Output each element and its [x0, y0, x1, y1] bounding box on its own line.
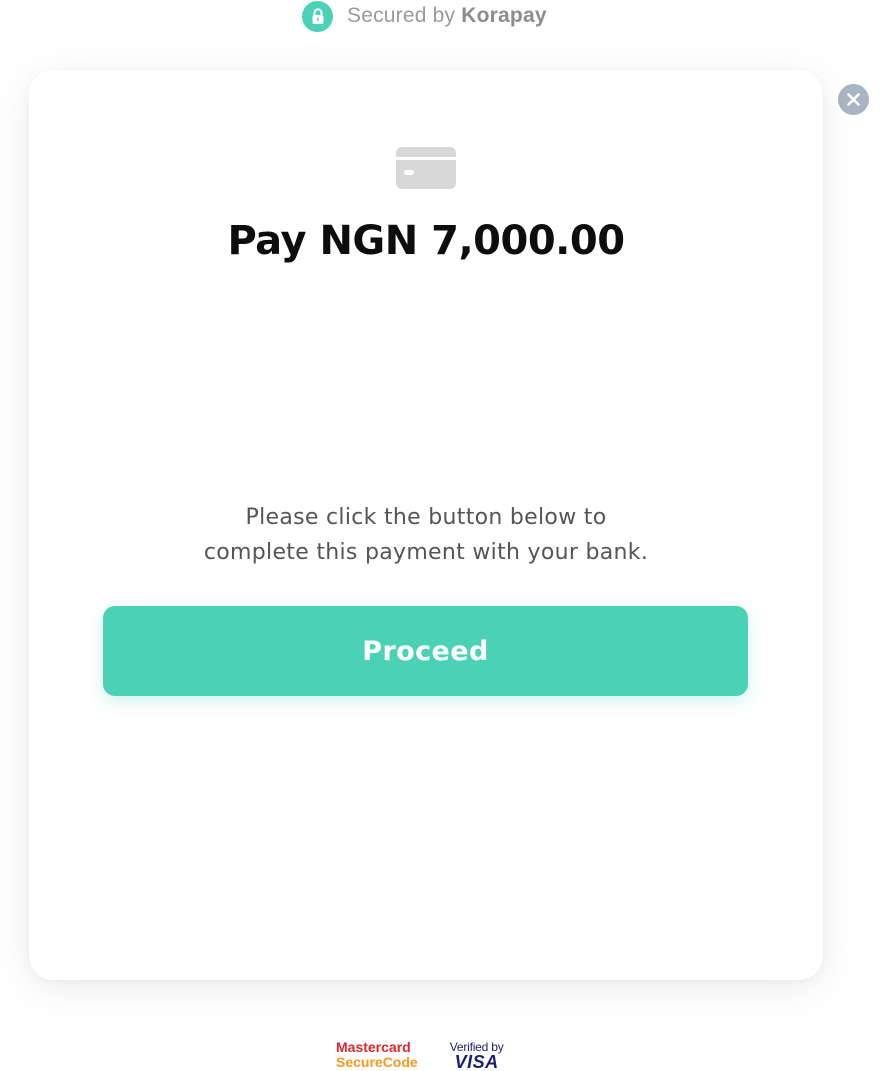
- payment-instructions: Please click the button below to complet…: [29, 500, 823, 570]
- close-icon: [847, 93, 860, 106]
- brand-name: Korapay: [461, 4, 547, 27]
- payment-card: Pay NGN 7,000.00 Please click the button…: [29, 70, 823, 980]
- securecode-text: SecureCode: [336, 1054, 418, 1070]
- instruction-line: complete this payment with your bank.: [203, 540, 649, 565]
- security-badges: Mastercard SecureCode Verified by VISA: [336, 1040, 504, 1071]
- lock-icon: [302, 0, 333, 32]
- mastercard-text: Mastercard: [336, 1039, 411, 1055]
- payment-amount: Pay NGN 7,000.00: [227, 218, 625, 264]
- verified-by-visa-logo: Verified by VISA: [450, 1040, 504, 1071]
- proceed-button[interactable]: Proceed: [103, 606, 748, 696]
- secured-by-banner: Secured by Korapay: [302, 0, 547, 32]
- secured-by-text: Secured by Korapay: [347, 4, 547, 28]
- mastercard-securecode-logo: Mastercard SecureCode: [336, 1040, 418, 1070]
- visa-text: VISA: [454, 1052, 499, 1071]
- credit-card-icon: [396, 147, 456, 189]
- close-button[interactable]: [838, 84, 869, 115]
- payment-page: Secured by Korapay Pay NGN 7,000.00 Plea…: [0, 0, 883, 1071]
- secured-prefix: Secured by: [347, 4, 456, 27]
- instruction-line: Please click the button below to: [245, 505, 607, 530]
